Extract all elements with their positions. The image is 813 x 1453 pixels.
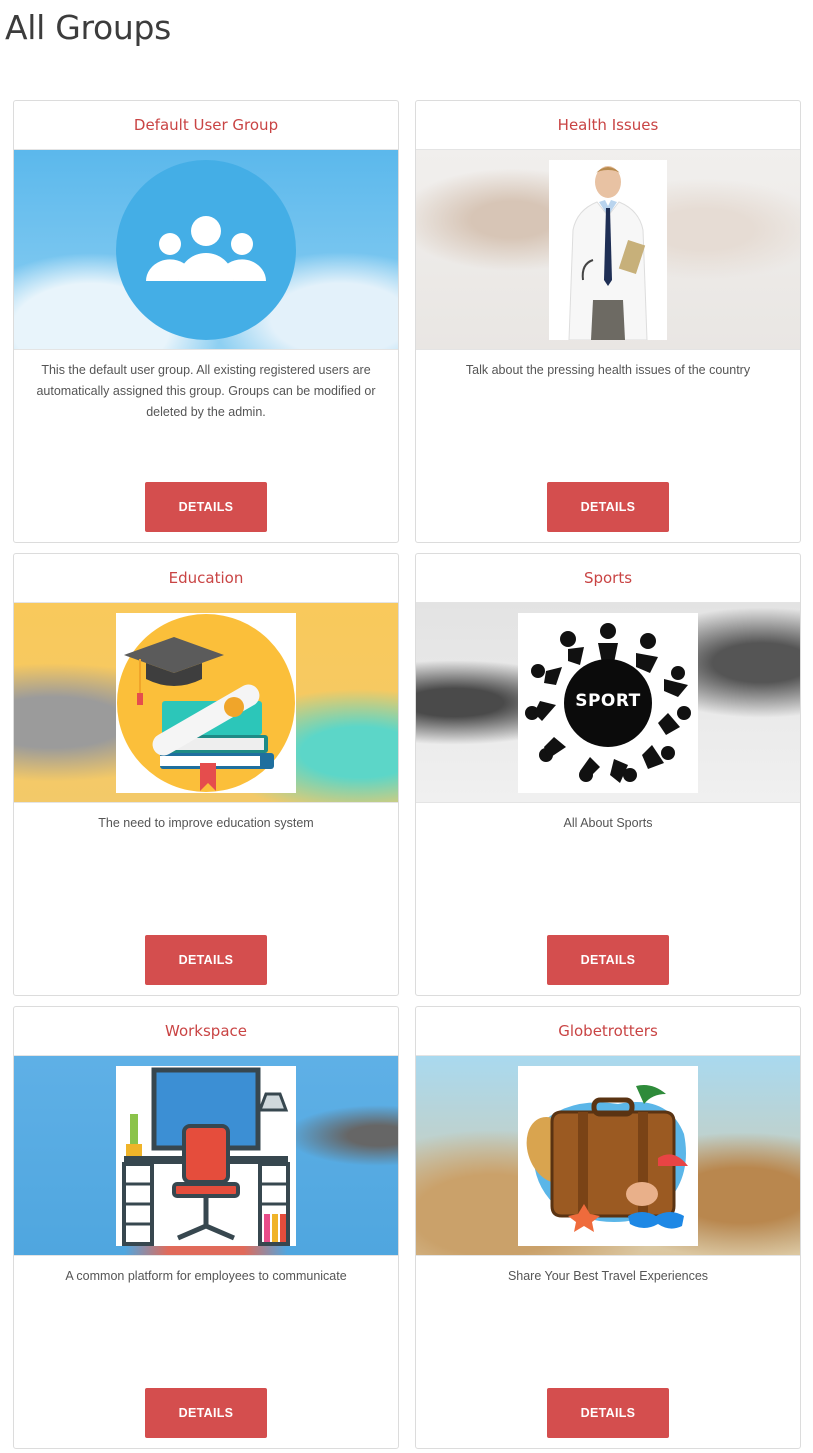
details-button[interactable]: DETAILS bbox=[547, 935, 669, 985]
group-description: Talk about the pressing health issues of… bbox=[465, 363, 751, 377]
group-card-sports: Sports SPORT All About Sports DETAILS bbox=[415, 553, 801, 996]
group-image[interactable] bbox=[416, 1056, 800, 1256]
users-group-icon bbox=[116, 160, 296, 340]
sport-silhouettes-icon: SPORT bbox=[518, 613, 698, 793]
group-title[interactable]: Default User Group bbox=[14, 101, 398, 150]
group-card-default-user-group: Default User Group This the default user… bbox=[13, 100, 399, 543]
details-button[interactable]: DETAILS bbox=[145, 1388, 267, 1438]
group-title[interactable]: Globetrotters bbox=[416, 1007, 800, 1056]
group-title[interactable]: Sports bbox=[416, 554, 800, 603]
group-description: A common platform for employees to commu… bbox=[65, 1269, 347, 1283]
sport-label: SPORT bbox=[575, 691, 641, 711]
doctor-photo bbox=[549, 160, 667, 340]
page-title: All Groups bbox=[5, 8, 172, 47]
group-title[interactable]: Workspace bbox=[14, 1007, 398, 1056]
group-title[interactable]: Health Issues bbox=[416, 101, 800, 150]
group-description: The need to improve education system bbox=[98, 816, 314, 830]
group-card-globetrotters: Globetrotters Share Your Best Travel Exp… bbox=[415, 1006, 801, 1449]
group-image[interactable] bbox=[14, 603, 398, 803]
group-description: Share Your Best Travel Experiences bbox=[507, 1269, 709, 1283]
group-image[interactable] bbox=[14, 1056, 398, 1256]
travel-suitcase-icon bbox=[518, 1066, 698, 1246]
group-title[interactable]: Education bbox=[14, 554, 398, 603]
group-description: All About Sports bbox=[563, 816, 653, 830]
group-image[interactable] bbox=[416, 150, 800, 350]
graduation-books-icon bbox=[116, 613, 296, 793]
details-button[interactable]: DETAILS bbox=[547, 482, 669, 532]
details-button[interactable]: DETAILS bbox=[145, 935, 267, 985]
group-description: This the default user group. All existin… bbox=[36, 363, 376, 419]
group-card-health-issues: Health Issues Talk about the pressing he… bbox=[415, 100, 801, 543]
office-desk-icon bbox=[116, 1066, 296, 1246]
group-card-education: Education The need to improve education … bbox=[13, 553, 399, 996]
group-card-workspace: Workspace A common platform for employee… bbox=[13, 1006, 399, 1449]
details-button[interactable]: DETAILS bbox=[547, 1388, 669, 1438]
group-image[interactable] bbox=[14, 150, 398, 350]
group-image[interactable]: SPORT bbox=[416, 603, 800, 803]
details-button[interactable]: DETAILS bbox=[145, 482, 267, 532]
